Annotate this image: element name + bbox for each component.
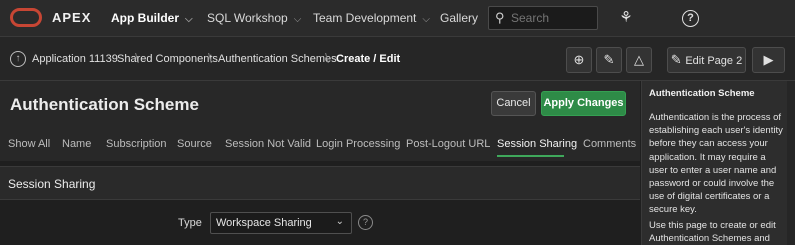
help-icon[interactable]: ?: [682, 10, 699, 27]
field-help-icon[interactable]: ?: [358, 215, 373, 230]
help-line: Use this page to create or edit: [649, 220, 776, 231]
tab-comments[interactable]: Comments: [583, 138, 636, 150]
breadcrumb-current: Create / Edit: [336, 53, 401, 65]
nav-sql-workshop[interactable]: SQL Workshop ⌵: [207, 11, 301, 25]
type-select[interactable]: Workspace Sharing ⌄: [210, 212, 352, 234]
help-line: password or could involve the: [649, 178, 775, 190]
breadcrumb-application[interactable]: Application 11139: [32, 53, 118, 65]
section-header: [0, 166, 640, 200]
breadcrumb-shared-components[interactable]: Shared Components: [117, 53, 218, 65]
help-line: before they can access your: [649, 138, 768, 150]
tab-name[interactable]: Name: [62, 138, 91, 150]
help-line: secure key.: [649, 204, 697, 216]
chevron-down-icon: ⌵: [293, 14, 302, 25]
nav-app-builder[interactable]: App Builder ⌵: [111, 11, 193, 25]
nav-app-builder-label: App Builder: [111, 11, 179, 25]
apply-changes-button[interactable]: Apply Changes: [541, 91, 626, 116]
apex-brand[interactable]: APEX: [52, 10, 91, 25]
help-scrollbar[interactable]: [787, 81, 795, 245]
breadcrumb-authentication-schemes[interactable]: Authentication Schemes: [218, 53, 337, 65]
chevron-down-icon: ⌄: [335, 216, 344, 227]
tab-subscription[interactable]: Subscription: [106, 138, 167, 150]
edit-page-button[interactable]: ✎ Edit Page 2: [667, 47, 746, 73]
nav-sql-workshop-label: SQL Workshop: [207, 11, 288, 25]
tab-session-sharing[interactable]: Session Sharing: [497, 138, 577, 150]
utilities-icon[interactable]: ✎: [596, 47, 622, 73]
type-select-value: Workspace Sharing: [216, 217, 312, 229]
page-edit-icon: ✎: [670, 52, 682, 67]
active-tab-indicator: [497, 155, 564, 157]
user-key-icon[interactable]: ⚘: [617, 9, 635, 27]
edit-page-label: Edit Page 2: [685, 55, 743, 67]
help-line: use of digital certificates or a: [649, 191, 770, 203]
nav-team-development[interactable]: Team Development ⌵: [313, 11, 430, 25]
tab-source[interactable]: Source: [177, 138, 212, 150]
tab-session-not-valid[interactable]: Session Not Valid: [225, 138, 311, 150]
chevron-down-icon: ⌵: [185, 14, 193, 25]
help-line: user to enter a user name and: [649, 164, 777, 176]
help-line: Authentication is the process of: [649, 112, 782, 123]
tab-post-logout-url[interactable]: Post-Logout URL: [406, 138, 490, 150]
help-paragraph-1: Authentication is the process of establi…: [649, 111, 791, 217]
run-page-button[interactable]: ▶: [752, 47, 785, 73]
tab-show-all[interactable]: Show All: [8, 138, 50, 150]
search-field[interactable]: ⚲: [488, 6, 598, 30]
section-title: Session Sharing: [8, 177, 96, 191]
breadcrumb-separator: \: [325, 50, 329, 66]
play-icon: ▶: [763, 52, 774, 67]
shared-components-icon[interactable]: △: [626, 47, 652, 73]
search-icon: ⚲: [495, 10, 505, 25]
help-paragraph-2: Use this page to create or edit Authenti…: [649, 219, 791, 245]
search-input[interactable]: [511, 10, 593, 26]
nav-gallery[interactable]: Gallery: [440, 11, 478, 25]
create-icon[interactable]: ⊕: [566, 47, 592, 73]
page-title: Authentication Scheme: [10, 95, 199, 114]
breadcrumb-separator: \: [208, 50, 212, 66]
help-line: application. It may require a: [649, 151, 766, 163]
help-line: establishing each user's identity: [649, 125, 783, 137]
type-label: Type: [178, 217, 202, 229]
up-arrow-icon[interactable]: ↑: [10, 51, 26, 67]
chevron-down-icon: ⌵: [422, 14, 430, 25]
cancel-button[interactable]: Cancel: [491, 91, 536, 116]
tab-login-processing[interactable]: Login Processing: [316, 138, 400, 150]
help-line: Authentication Schemes and: [649, 233, 770, 245]
oracle-logo-icon[interactable]: [10, 8, 42, 27]
help-title: Authentication Scheme: [649, 88, 755, 99]
nav-team-development-label: Team Development: [313, 11, 417, 25]
